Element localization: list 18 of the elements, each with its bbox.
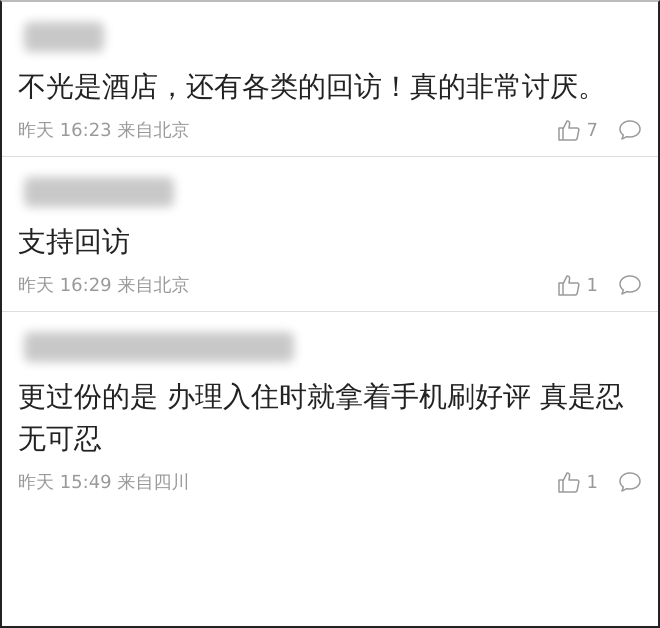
thumbs-up-icon[interactable] (556, 273, 581, 297)
comment-time: 昨天 16:23 (18, 119, 112, 142)
comment-location: 来自北京 (118, 119, 190, 142)
comment-time: 昨天 16:29 (18, 274, 112, 297)
like-count: 7 (586, 120, 598, 140)
comment-location: 来自北京 (118, 274, 190, 297)
comment-text: 支持回访 (18, 224, 131, 260)
speech-bubble-icon[interactable] (618, 118, 642, 142)
like-count: 1 (586, 274, 598, 296)
comment-text: 不光是酒店，还有各类的回访！真的非常讨厌。 (18, 69, 607, 105)
speech-bubble-icon[interactable] (618, 273, 642, 297)
speech-bubble-icon[interactable] (618, 470, 642, 494)
comment-location: 来自四川 (118, 471, 190, 494)
like-count: 1 (586, 472, 598, 492)
thumbs-up-icon[interactable] (556, 470, 581, 494)
comment-text: 更过份的是 办理入住时就拿着手机刷好评 真是忍无可忍 (18, 379, 625, 457)
comment-time: 昨天 15:49 (18, 471, 112, 494)
thumbs-up-icon[interactable] (556, 118, 581, 142)
